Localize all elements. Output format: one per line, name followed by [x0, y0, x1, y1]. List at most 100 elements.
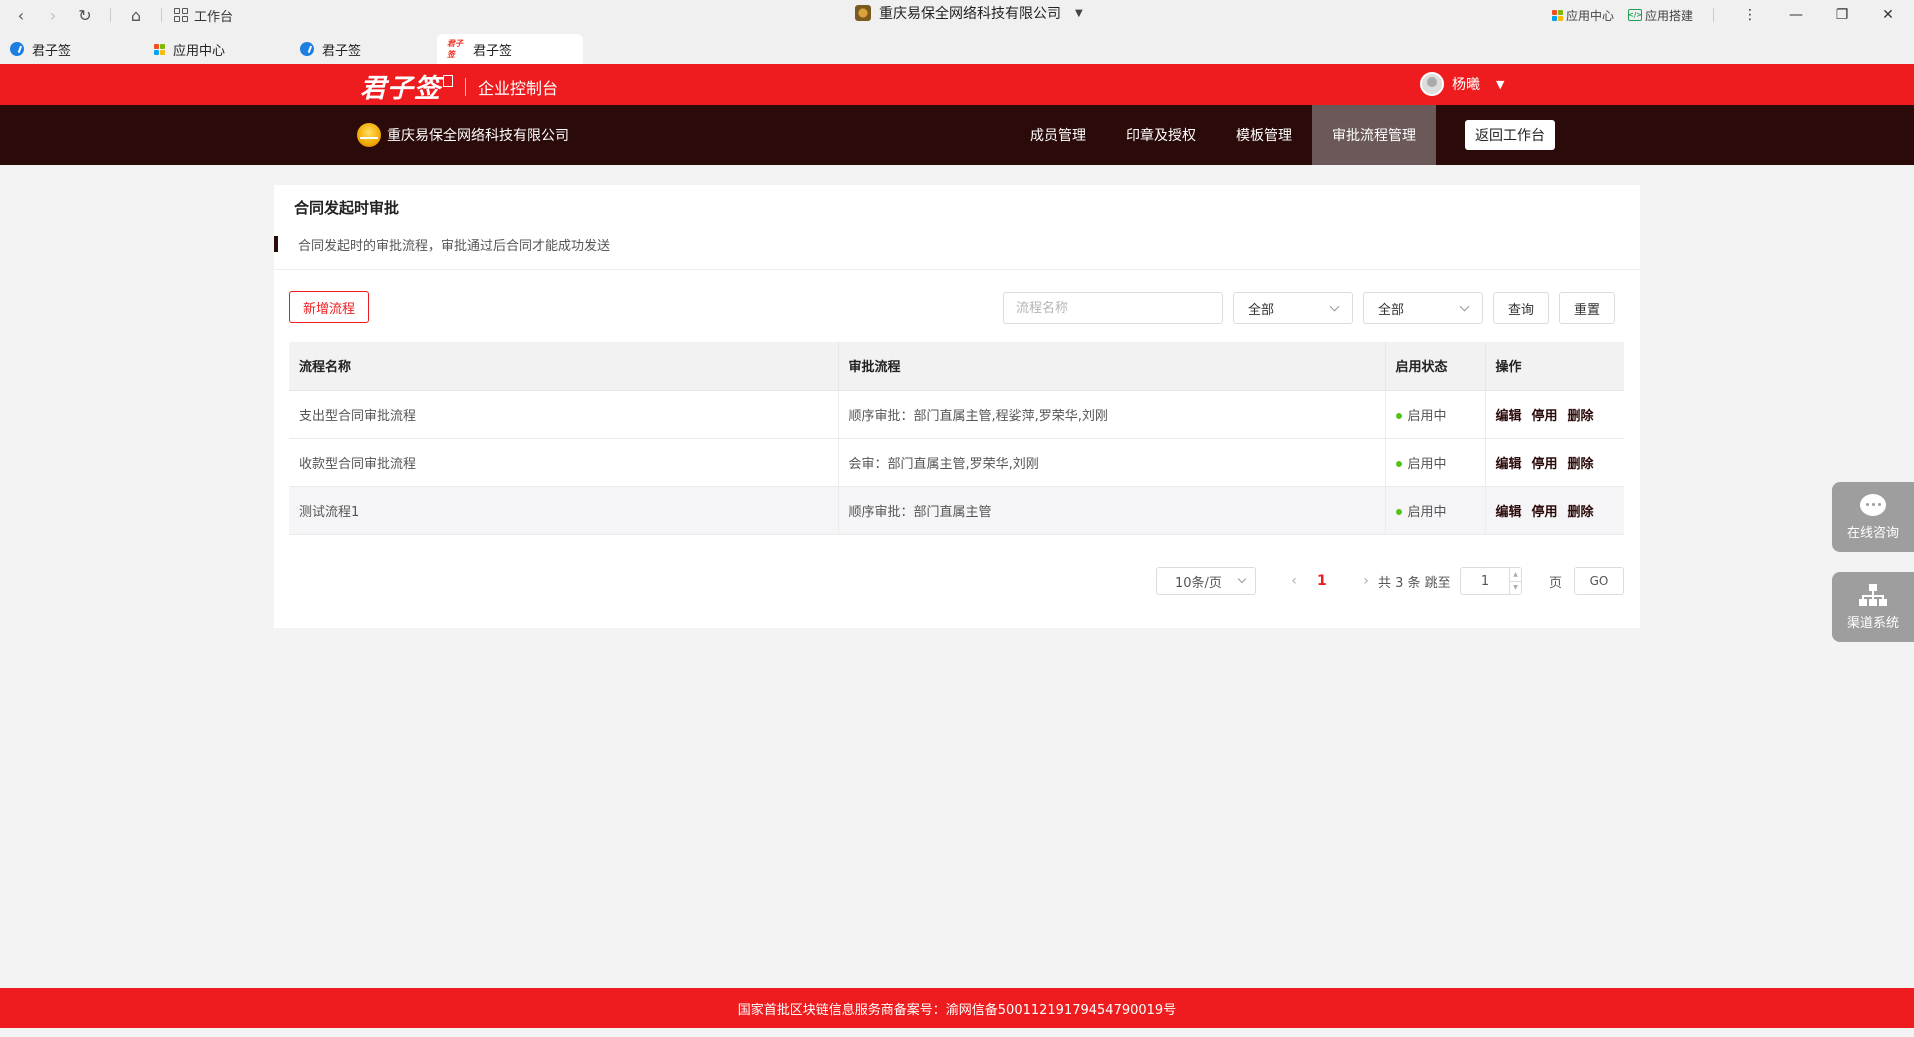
nav-template-management[interactable]: 模板管理 — [1216, 105, 1312, 165]
flow-name: 支出型合同审批流程 — [289, 390, 839, 439]
current-page[interactable]: 1 — [1317, 567, 1327, 595]
footer: 国家首批区块链信息服务商备案号：渝网信备50011219179454790019… — [0, 988, 1914, 1028]
page-size-value: 10条/页 — [1175, 575, 1222, 591]
prev-page-icon[interactable]: ‹ — [1284, 567, 1304, 595]
channel-system-label: 渠道系统 — [1846, 615, 1899, 631]
page-description: 合同发起时的审批流程，审批通过后合同才能成功发送 — [274, 236, 611, 254]
select-value: 全部 — [1378, 302, 1405, 318]
edit-link[interactable]: 编辑 — [1496, 505, 1522, 520]
tab-junzi-active[interactable]: 君子签 君子签 — [437, 34, 583, 64]
channel-system-button[interactable]: 渠道系统 — [1832, 572, 1914, 642]
column-header: 审批流程 — [838, 342, 1386, 391]
code-icon: </> — [1627, 9, 1643, 21]
table-row: 支出型合同审批流程 顺序审批：部门直属主管,程娑萍,罗荣华,刘刚 启用中 编辑停… — [289, 390, 1624, 439]
toolbar-divider — [161, 8, 162, 22]
disable-link[interactable]: 停用 — [1532, 457, 1558, 472]
nav-member-management[interactable]: 成员管理 — [1010, 105, 1106, 165]
tab-label: 君子签 — [32, 43, 72, 59]
brand-logo: 君子签 — [360, 74, 442, 104]
disable-link[interactable]: 停用 — [1532, 505, 1558, 520]
back-icon[interactable]: ‹ — [8, 2, 34, 28]
reset-button[interactable]: 重置 — [1559, 292, 1615, 324]
flow-steps: 顺序审批：部门直属主管,程娑萍,罗荣华,刘刚 — [838, 390, 1386, 439]
org-chart-icon — [1859, 583, 1887, 606]
table-header-row: 流程名称 审批流程 启用状态 操作 — [289, 342, 1624, 391]
delete-link[interactable]: 删除 — [1568, 505, 1594, 520]
tab-label: 君子签 — [473, 43, 513, 59]
app-build-label: 应用搭建 — [1644, 8, 1693, 23]
add-flow-button[interactable]: 新增流程 — [289, 291, 369, 323]
table-row: 收款型合同审批流程 会审：部门直属主管,罗荣华,刘刚 启用中 编辑 停用 删除 — [289, 438, 1624, 487]
status-cell: 启用中 — [1385, 390, 1486, 439]
toolbar-divider — [1713, 8, 1714, 22]
flow-name-input[interactable] — [1003, 292, 1223, 324]
tab-app-center[interactable]: 应用中心 — [144, 34, 235, 64]
edit-link[interactable]: 编辑 — [1496, 457, 1522, 472]
close-icon[interactable]: ✕ — [1872, 0, 1904, 30]
chat-bubble-icon — [1860, 493, 1886, 516]
delete-link[interactable]: 删除 — [1568, 457, 1594, 472]
delete-link[interactable]: 删除 — [1568, 409, 1594, 424]
grid-icon — [174, 8, 188, 22]
description-text: 合同发起时的审批流程，审批通过后合同才能成功发送 — [298, 238, 611, 254]
query-button[interactable]: 查询 — [1493, 292, 1549, 324]
workbench-link[interactable]: 工作台 — [174, 6, 233, 25]
workbench-label: 工作台 — [194, 9, 234, 25]
user-menu[interactable]: 杨曦 ▼ — [1420, 72, 1504, 96]
tab-junzi-2[interactable]: 君子签 — [290, 34, 371, 64]
tab-junzi-1[interactable]: 君子签 — [0, 34, 81, 64]
refresh-icon[interactable]: ↻ — [72, 2, 98, 28]
status-text: 启用中 — [1407, 456, 1447, 472]
jump-page-input[interactable] — [1461, 573, 1509, 589]
status-dot-icon — [1395, 413, 1402, 419]
restore-icon[interactable]: ❐ — [1826, 0, 1858, 30]
page-unit-label: 页 — [1549, 575, 1563, 591]
app-build-link[interactable]: </> 应用搭建 — [1628, 7, 1693, 24]
home-icon[interactable]: ⌂ — [123, 2, 149, 28]
status-text: 启用中 — [1407, 504, 1447, 520]
go-button[interactable]: GO — [1574, 567, 1624, 595]
page-size-select[interactable]: 10条/页 — [1156, 567, 1256, 595]
filter-select-2[interactable]: 全部 — [1363, 292, 1483, 324]
nav-seal-authorization[interactable]: 印章及授权 — [1106, 105, 1216, 165]
status-text: 启用中 — [1407, 408, 1447, 424]
status-dot-icon — [1395, 509, 1402, 515]
next-page-icon[interactable]: › — [1356, 567, 1376, 595]
select-value: 全部 — [1248, 302, 1275, 318]
forward-icon[interactable]: › — [40, 2, 66, 28]
card-divider — [274, 269, 1640, 270]
brand[interactable]: 君子签 企业控制台 — [360, 68, 558, 105]
nav-approval-flow[interactable]: 审批流程管理 — [1312, 105, 1436, 165]
filter-select-1[interactable]: 全部 — [1233, 292, 1353, 324]
app-center-icon — [154, 43, 165, 55]
chevron-down-icon — [1459, 301, 1470, 311]
window-title[interactable]: 重庆易保全网络科技有限公司 ▼ — [855, 3, 1083, 23]
brand-seal-icon — [443, 74, 454, 87]
more-icon[interactable]: ⋮ — [1734, 0, 1766, 30]
operations-cell: 编辑 停用 删除 — [1485, 390, 1624, 439]
stepper-down-icon[interactable]: ▼ — [1510, 580, 1521, 595]
disable-link[interactable]: 停用 — [1532, 409, 1558, 424]
edit-link[interactable]: 编辑 — [1496, 409, 1522, 424]
company-logo-icon — [357, 123, 381, 147]
company-name: 重庆易保全网络科技有限公司 — [357, 123, 569, 147]
back-to-workbench-button[interactable]: 返回工作台 — [1465, 120, 1555, 150]
flow-steps: 会审：部门直属主管,罗荣华,刘刚 — [838, 438, 1386, 487]
column-header: 启用状态 — [1385, 342, 1486, 391]
online-consult-button[interactable]: 在线咨询 — [1832, 482, 1914, 552]
stepper-up-icon[interactable]: ▲ — [1510, 568, 1521, 581]
app-header: 君子签 企业控制台 杨曦 ▼ — [0, 64, 1914, 105]
jump-page-stepper[interactable]: ▲ ▼ — [1460, 567, 1522, 595]
app-center-label: 应用中心 — [1565, 8, 1614, 23]
junzi-tab-icon — [10, 42, 24, 56]
minimize-icon[interactable]: — — [1780, 0, 1812, 30]
description-marker — [274, 236, 278, 252]
avatar — [1420, 72, 1444, 96]
status-dot-icon — [1395, 461, 1402, 467]
user-name: 杨曦 — [1452, 77, 1480, 93]
caret-down-icon: ▼ — [1496, 77, 1505, 91]
column-header: 流程名称 — [289, 342, 839, 391]
toolbar-divider — [110, 8, 111, 22]
company-logo-icon — [855, 5, 871, 21]
app-center-link[interactable]: 应用中心 — [1551, 7, 1614, 24]
